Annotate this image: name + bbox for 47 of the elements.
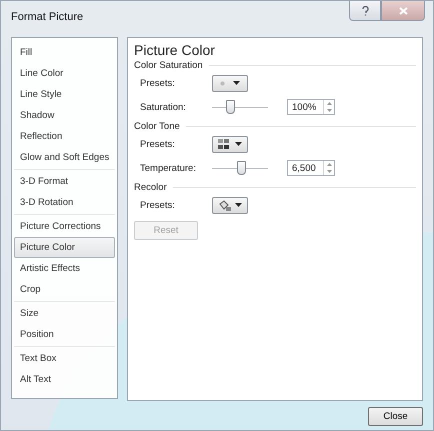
swatch-grid-icon [218,138,230,150]
category-item[interactable]: Shadow [14,105,115,126]
category-item[interactable]: Reflection [14,126,115,147]
down-arrow-icon [326,170,332,173]
category-item[interactable]: Glow and Soft Edges [14,147,115,168]
field-label: Presets: [140,138,176,150]
caret-icon [233,81,240,85]
category-item[interactable]: Line Style [14,84,115,105]
field-label: Presets: [140,78,176,88]
close-icon [398,6,408,14]
category-item[interactable]: Crop [14,279,115,300]
window-title: Format Picture [11,11,84,23]
slider-thumb[interactable] [237,160,246,174]
category-item[interactable]: 3-D Rotation [14,192,115,213]
dot-icon [220,80,225,86]
help-button[interactable] [349,1,381,21]
presets-dropdown[interactable] [212,136,248,152]
caret-icon [234,142,242,146]
category-item[interactable]: Position [14,324,115,345]
presets-dropdown[interactable] [212,196,248,214]
category-item[interactable]: Size [14,303,115,324]
spin-field[interactable]: 100% [287,99,335,115]
category-item[interactable]: Fill [14,42,115,63]
category-item[interactable]: Picture Corrections [14,216,115,237]
spin-field[interactable]: 6,500 [287,160,335,176]
close-window-button[interactable] [381,1,425,21]
field-label: Saturation: [140,102,187,112]
category-item[interactable]: Line Color [14,63,115,84]
slider-thumb[interactable] [226,100,236,114]
category-item[interactable]: Picture Color [14,237,115,258]
down-arrow-icon [326,109,332,112]
up-arrow-icon [326,102,332,105]
presets-dropdown[interactable] [212,74,248,92]
caret-icon [235,203,242,207]
panel-title: Picture Color [134,42,216,58]
field-label: Presets: [140,200,176,210]
section-title: Color Saturation [134,60,203,71]
category-item[interactable]: Alt Text [14,369,115,390]
category-item[interactable]: Text Box [14,348,115,369]
field-label: Temperature: [140,162,197,174]
up-arrow-icon [326,163,332,166]
category-item[interactable]: 3-D Format [14,171,115,192]
category-item[interactable]: Artistic Effects [14,258,115,279]
close-button[interactable]: Close [368,406,423,426]
section-title: Color Tone [134,121,180,132]
section-title: Recolor [134,182,167,193]
help-icon [362,6,368,16]
